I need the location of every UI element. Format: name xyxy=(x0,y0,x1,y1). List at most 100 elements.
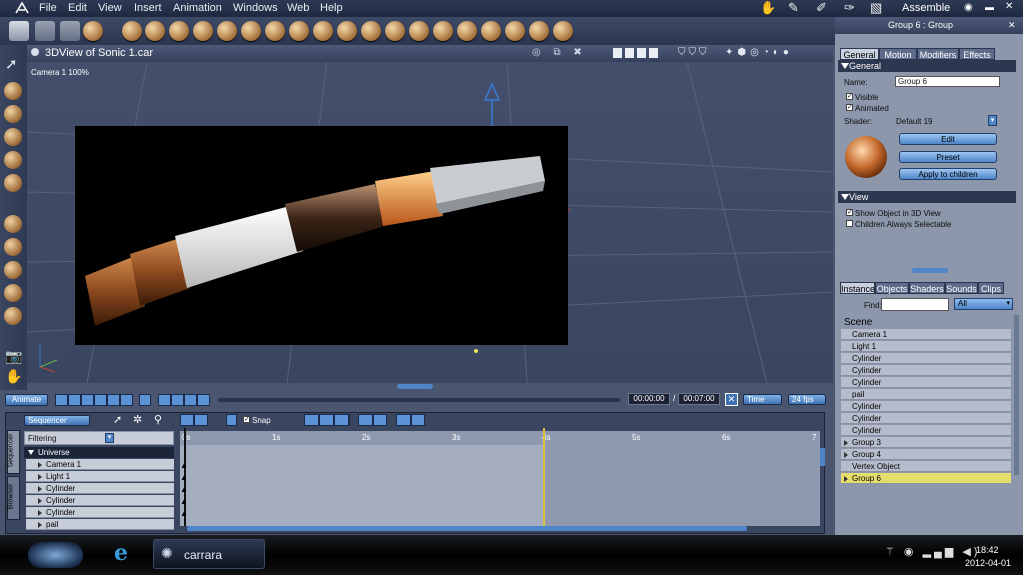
room-texture-icon[interactable]: ✑ xyxy=(844,0,862,16)
room-assemble-icon[interactable]: ✋ xyxy=(760,0,778,16)
scene-item[interactable]: Cylinder xyxy=(841,353,1011,364)
scene-item[interactable]: Cylinder xyxy=(841,365,1011,376)
scene-item[interactable]: Group 4 xyxy=(841,449,1011,460)
terrain-icon[interactable] xyxy=(265,21,285,41)
window-menu-icon[interactable] xyxy=(31,48,39,56)
timeline-track-row[interactable]: Cylinder xyxy=(26,507,174,518)
timeline-track-row[interactable]: Cylinder xyxy=(26,495,174,506)
panel-close-icon[interactable]: ✕ xyxy=(1008,20,1016,31)
scene-item[interactable]: Cylinder xyxy=(841,425,1011,436)
clock-time[interactable]: 18:42 xyxy=(976,545,999,555)
axis-rotate-icon[interactable] xyxy=(4,238,22,256)
arrow-select-icon[interactable]: ➚ xyxy=(5,55,18,73)
room-storyboard-icon[interactable]: ✐ xyxy=(816,0,834,16)
render-shield-icons[interactable]: ⛉⛉⛉ xyxy=(678,47,710,58)
visible-checkbox[interactable]: ✓ xyxy=(846,93,853,100)
timeline-track-row[interactable]: pail xyxy=(26,519,174,530)
timeline-hscroll[interactable] xyxy=(187,526,747,531)
name-field[interactable]: Group 6 xyxy=(895,76,1000,87)
expand-arrow-icon[interactable] xyxy=(38,486,42,492)
replicator-icon[interactable] xyxy=(385,21,405,41)
clock-date[interactable]: 2012-04-01 xyxy=(965,558,1011,568)
tab-clips[interactable]: Clips xyxy=(978,282,1004,294)
room-model-icon[interactable]: ✎ xyxy=(788,0,806,16)
move-tool-icon[interactable] xyxy=(4,82,22,100)
tab-shaders[interactable]: Shaders xyxy=(909,282,945,294)
scene-item[interactable]: Light 1 xyxy=(841,341,1011,352)
wrench-tool-icon[interactable] xyxy=(60,21,80,41)
expand-arrow-icon[interactable] xyxy=(38,462,42,468)
plane-icon[interactable] xyxy=(289,21,309,41)
ie-icon[interactable]: e xyxy=(114,540,128,566)
hand-tool-icon[interactable] xyxy=(35,21,55,41)
tab-motion[interactable]: Motion xyxy=(879,48,917,60)
section-general-header[interactable]: General xyxy=(838,60,1016,72)
timeline-track-row[interactable]: Light 1 xyxy=(26,471,174,482)
timeline-track-row[interactable]: Cylinder xyxy=(26,483,174,494)
trackball-icon[interactable] xyxy=(4,284,22,302)
timeline-vscroll[interactable] xyxy=(820,448,825,466)
tab-effects[interactable]: Effects xyxy=(959,48,995,60)
end-marker[interactable] xyxy=(543,428,545,526)
text-primitive-icon[interactable] xyxy=(241,21,261,41)
timeline-track-row[interactable]: Camera 1 xyxy=(26,459,174,470)
minimize-button[interactable]: ▬ xyxy=(985,2,995,12)
array-icon[interactable] xyxy=(505,21,525,41)
animated-checkbox[interactable]: ✓ xyxy=(846,104,853,111)
show-object-checkbox[interactable]: ✓ xyxy=(846,209,853,216)
tab-general[interactable]: General xyxy=(840,48,879,60)
menu-help[interactable]: Help xyxy=(320,2,343,14)
edit-button[interactable]: Edit xyxy=(899,133,997,145)
target-icon[interactable] xyxy=(529,21,549,41)
close-button[interactable]: ✕ xyxy=(1005,2,1015,12)
axis-move-icon[interactable] xyxy=(4,215,22,233)
expand-arrow-icon[interactable] xyxy=(38,522,42,528)
sphere-primitive-icon[interactable] xyxy=(122,21,142,41)
scene-item[interactable]: pail xyxy=(841,389,1011,400)
camera-icon[interactable]: 📷 xyxy=(5,348,22,365)
scene-item[interactable]: Cylinder xyxy=(841,413,1011,424)
expand-arrow-icon[interactable] xyxy=(844,440,848,446)
menu-view[interactable]: View xyxy=(98,2,122,14)
pen-tool-icon[interactable] xyxy=(4,151,22,169)
shader-dropdown-button[interactable]: ▾ xyxy=(988,115,997,126)
figure-icon[interactable] xyxy=(193,21,213,41)
apply-to-children-button[interactable]: Apply to children xyxy=(899,168,997,180)
view-options-icons[interactable]: ◎ ⧉ ✖ xyxy=(532,47,587,58)
tab-objects[interactable]: Objects xyxy=(875,282,909,294)
paint-bucket-icon[interactable] xyxy=(83,21,103,41)
scene-item[interactable]: Group 3 xyxy=(841,437,1011,448)
spotlight-icon[interactable] xyxy=(457,21,477,41)
axis-scale-icon[interactable] xyxy=(4,261,22,279)
tab-instance[interactable]: Instance xyxy=(840,282,875,294)
splitter-handle[interactable] xyxy=(397,384,433,389)
scene-item[interactable]: Cylinder xyxy=(841,377,1011,388)
bowl-icon[interactable] xyxy=(433,21,453,41)
carrara-logo-icon[interactable] xyxy=(14,1,30,15)
filter-dropdown[interactable]: All ▾ xyxy=(954,298,1013,310)
nav-sphere-icons[interactable]: ✦⬢◎◔◐● xyxy=(725,47,793,58)
menu-web[interactable]: Web xyxy=(287,2,309,14)
menu-edit[interactable]: Edit xyxy=(68,2,87,14)
scale-tool-icon[interactable] xyxy=(4,128,22,146)
expand-arrow-icon[interactable] xyxy=(38,498,42,504)
pan-hand-icon[interactable]: ✋ xyxy=(5,368,22,385)
taskbar-carrara-button[interactable]: ✺ carrara xyxy=(153,539,265,569)
spline-icon[interactable] xyxy=(217,21,237,41)
pencil-tool-icon[interactable] xyxy=(9,21,29,41)
section-view-header[interactable]: View xyxy=(838,191,1016,203)
box-icon[interactable] xyxy=(4,307,22,325)
tab-sounds[interactable]: Sounds xyxy=(945,282,978,294)
scene-item[interactable]: Group 6 xyxy=(841,473,1011,484)
children-selectable-checkbox[interactable] xyxy=(846,220,853,227)
scene-item[interactable]: Camera 1 xyxy=(841,329,1011,340)
tree-icon[interactable] xyxy=(313,21,333,41)
crown-icon[interactable] xyxy=(409,21,429,41)
3d-viewport[interactable]: Camera 1 100% › xyxy=(27,62,833,383)
expand-arrow-icon[interactable] xyxy=(844,476,848,482)
room-render-icon[interactable]: ▧ xyxy=(870,0,888,16)
scene-item[interactable]: Cylinder xyxy=(841,401,1011,412)
expand-arrow-icon[interactable] xyxy=(38,510,42,516)
fire-icon[interactable] xyxy=(337,21,357,41)
bulb-icon[interactable] xyxy=(481,21,501,41)
